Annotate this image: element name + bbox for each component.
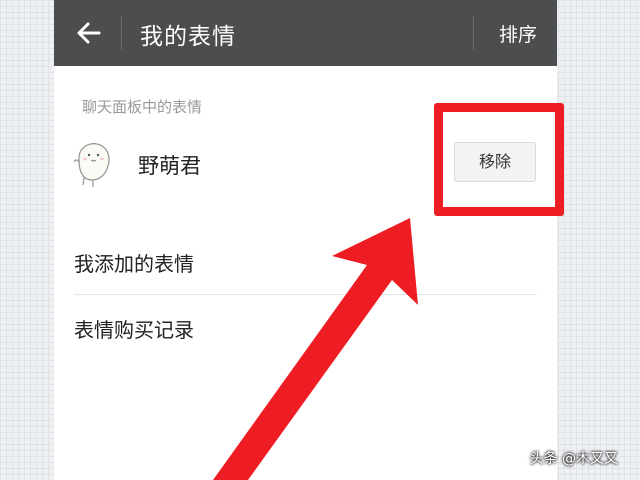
sort-button[interactable]: 排序	[499, 20, 537, 47]
page-title: 我的表情	[140, 24, 236, 50]
header-divider-right	[473, 16, 474, 50]
back-arrow-icon[interactable]	[76, 20, 102, 46]
menu-divider	[74, 294, 537, 295]
section-label: 聊天面板中的表情	[82, 98, 203, 116]
highlight-box	[434, 103, 564, 216]
menu-item-label: 我添加的表情	[74, 252, 194, 276]
phone-screen: 我的表情 排序 聊天面板中的表情 野萌君 移除 我添加的表情 表情购买记录	[54, 0, 557, 480]
watermark: 头条 @木又又	[529, 451, 618, 467]
menu-item-purchase-history[interactable]: 表情购买记录	[54, 296, 557, 360]
menu-item-label: 表情购买记录	[74, 318, 194, 342]
sticker-avatar-icon	[73, 142, 110, 187]
header-divider-left	[121, 16, 122, 50]
top-app-bar: 我的表情 排序	[54, 0, 557, 66]
sticker-name: 野萌君	[138, 154, 201, 178]
menu-item-my-added-stickers[interactable]: 我添加的表情	[54, 230, 557, 294]
